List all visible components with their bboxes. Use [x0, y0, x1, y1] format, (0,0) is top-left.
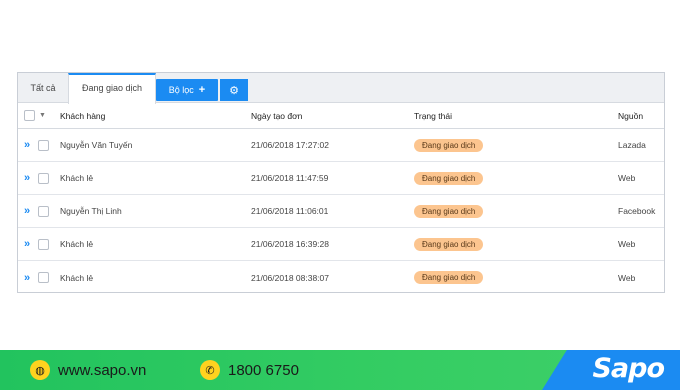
row-source: Lazada	[618, 140, 646, 150]
table-row[interactable]: » Nguyễn Thị Linh 21/06/2018 11:06:01 Đa…	[18, 195, 664, 228]
table-row[interactable]: » Khách lẻ 21/06/2018 16:39:28 Đang giao…	[18, 228, 664, 261]
settings-button[interactable]: ⚙	[220, 79, 248, 101]
row-source: Web	[618, 272, 636, 283]
filter-button-label: Bộ lọc	[168, 85, 194, 95]
col-source[interactable]: Nguồn	[618, 103, 643, 128]
row-customer[interactable]: Khách lẻ	[60, 162, 93, 194]
expand-icon[interactable]: »	[24, 129, 36, 161]
row-customer[interactable]: Nguyễn Văn Tuyến	[60, 129, 132, 161]
row-checkbox[interactable]	[38, 205, 49, 217]
row-created: 21/06/2018 08:38:07	[251, 272, 329, 283]
row-checkbox[interactable]	[38, 272, 49, 283]
row-source: Facebook	[618, 206, 656, 216]
select-all-checkbox[interactable]	[24, 110, 35, 121]
expand-icon[interactable]: »	[24, 195, 36, 227]
status-badge: Đang giao dịch	[414, 204, 484, 218]
phone-text: 1800 6750	[228, 361, 299, 379]
select-all[interactable]: ▼	[24, 103, 46, 128]
footer-website[interactable]: ◍ www.sapo.vn	[30, 350, 146, 390]
website-text: www.sapo.vn	[58, 361, 147, 379]
tab-trading[interactable]: Đang giao dịch	[68, 73, 156, 104]
brand-logo: Sapo	[592, 353, 665, 384]
row-customer[interactable]: Khách lẻ	[60, 228, 93, 260]
table-row[interactable]: » Nguyễn Văn Tuyến 21/06/2018 17:27:02 Đ…	[18, 129, 664, 162]
gear-icon: ⚙	[229, 84, 239, 97]
status-badge: Đang giao dịch	[414, 271, 484, 284]
expand-icon[interactable]: »	[24, 162, 36, 194]
tab-bar: Tất cả Đang giao dịch Bộ lọc + ⚙	[18, 73, 664, 104]
row-created: 21/06/2018 17:27:02	[251, 140, 329, 150]
status-badge: Đang giao dịch	[414, 171, 484, 185]
row-created: 21/06/2018 16:39:28	[251, 239, 329, 249]
status-badge: Đang giao dịch	[414, 237, 484, 251]
expand-icon[interactable]: »	[24, 261, 36, 294]
phone-icon: ✆	[200, 360, 220, 380]
row-customer[interactable]: Khách lẻ	[60, 261, 93, 294]
col-status[interactable]: Trạng thái	[414, 103, 452, 128]
row-created: 21/06/2018 11:47:59	[251, 173, 329, 183]
footer-phone[interactable]: ✆ 1800 6750	[200, 350, 299, 390]
col-created[interactable]: Ngày tạo đơn	[251, 103, 302, 128]
col-customer[interactable]: Khách hàng	[60, 103, 105, 128]
table-header: ▼ Khách hàng Ngày tạo đơn Trạng thái Ngu…	[18, 103, 664, 129]
expand-icon[interactable]: »	[24, 228, 36, 260]
globe-icon: ◍	[30, 360, 50, 380]
row-customer[interactable]: Nguyễn Thị Linh	[60, 195, 122, 227]
status-badge: Đang giao dịch	[414, 138, 484, 152]
filter-button[interactable]: Bộ lọc +	[156, 79, 218, 101]
chevron-down-icon[interactable]: ▼	[39, 112, 46, 119]
row-source: Web	[618, 173, 636, 183]
plus-icon: +	[198, 83, 206, 96]
row-source: Web	[618, 239, 636, 249]
row-created: 21/06/2018 11:06:01	[251, 206, 329, 216]
row-checkbox[interactable]	[38, 238, 49, 250]
table-row[interactable]: » Khách lẻ 21/06/2018 11:47:59 Đang giao…	[18, 162, 664, 195]
row-checkbox[interactable]	[38, 139, 49, 151]
row-checkbox[interactable]	[38, 172, 49, 184]
table-row[interactable]: » Khách lẻ 21/06/2018 08:38:07 Đang giao…	[18, 261, 664, 294]
orders-panel: Tất cả Đang giao dịch Bộ lọc + ⚙ ▼ Khách…	[17, 72, 665, 293]
tab-all[interactable]: Tất cả	[18, 73, 68, 103]
footer-banner: ◍ www.sapo.vn ✆ 1800 6750 Sapo	[0, 350, 680, 390]
